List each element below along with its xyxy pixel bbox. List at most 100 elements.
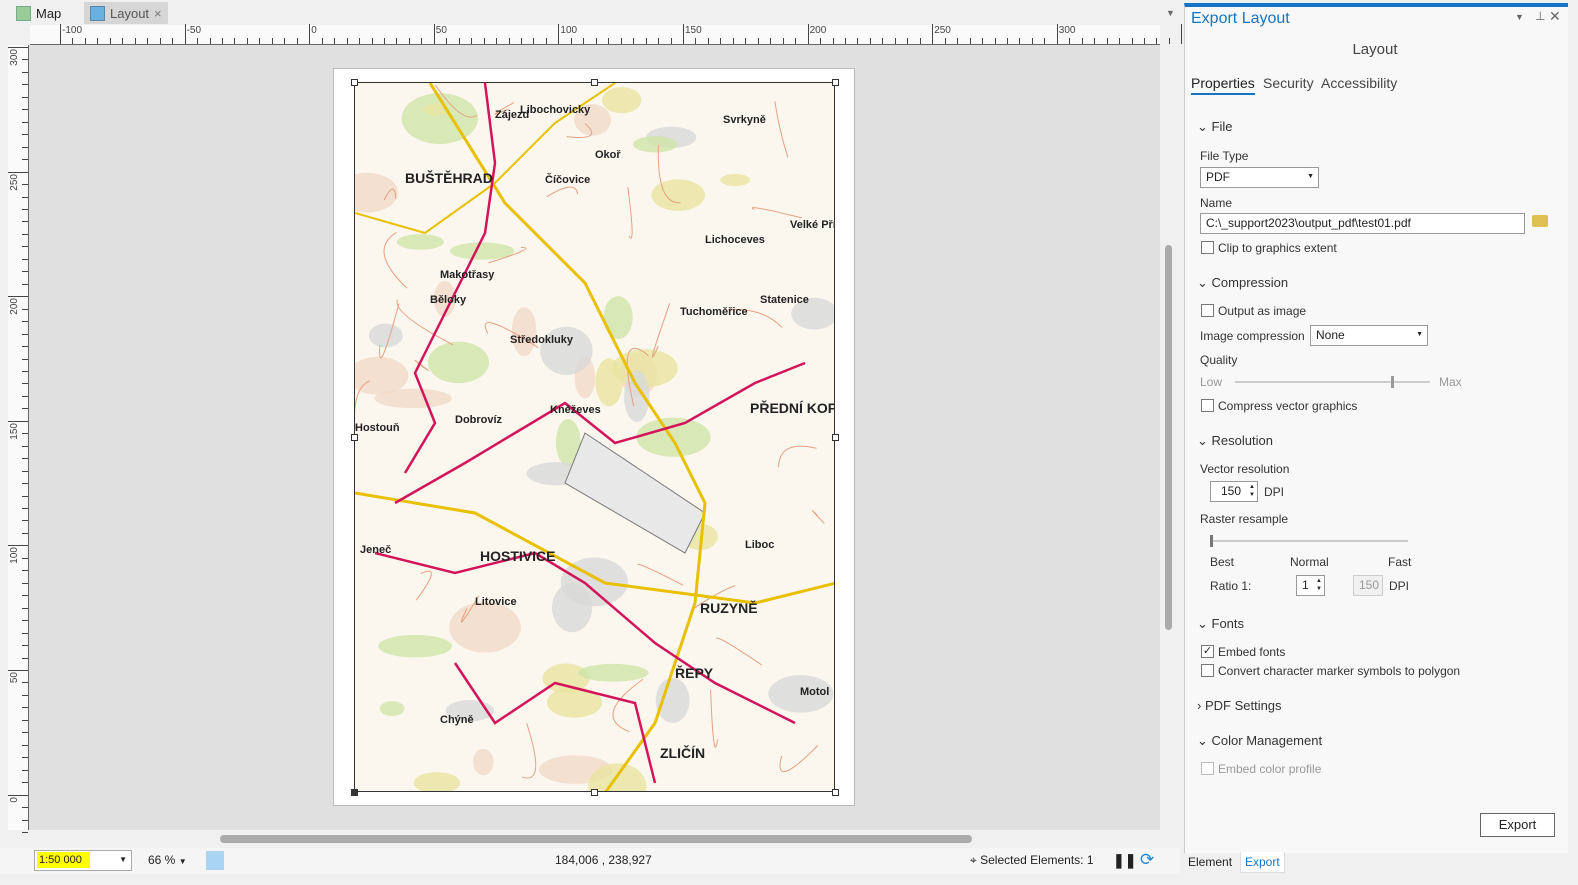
ruler-tick <box>8 794 28 796</box>
map-frame[interactable]: BUŠTĚHRAD Číčovice Makotřasy Středokluky Kně… <box>354 82 835 792</box>
grid-snap-icon[interactable] <box>206 851 224 870</box>
section-color-management[interactable]: ⌄ Color Management <box>1197 733 1322 749</box>
ruler-tick <box>22 370 28 372</box>
convert-markers-label: Convert character marker symbols to poly… <box>1218 664 1461 678</box>
ruler-tick <box>1131 38 1133 44</box>
ruler-tick <box>334 38 336 44</box>
resize-handle[interactable] <box>351 79 358 86</box>
ratio-value: 1 <box>1302 578 1309 592</box>
output-image-checkbox[interactable] <box>1201 304 1214 317</box>
slider-thumb[interactable] <box>1210 535 1213 547</box>
tab-map[interactable]: Map <box>10 2 67 24</box>
raster-resample-slider[interactable] <box>1210 535 1408 547</box>
spinner-icon[interactable]: ▲ ▼ <box>1316 577 1322 593</box>
convert-markers-checkbox[interactable] <box>1201 664 1214 677</box>
tab-menu-icon[interactable]: ▼ <box>1166 8 1175 18</box>
land-patch <box>449 601 521 653</box>
vertical-ruler: 300 250 200 150 100 50 0 <box>8 45 29 833</box>
tab-element[interactable]: Element <box>1188 855 1232 869</box>
embed-profile-checkbox[interactable] <box>1201 762 1214 775</box>
resize-handle[interactable] <box>832 789 839 796</box>
section-fonts[interactable]: ⌄ Fonts <box>1197 616 1244 632</box>
ruler-tick <box>321 38 323 44</box>
section-pdf-settings[interactable]: › PDF Settings <box>1197 698 1282 713</box>
contour-line <box>415 570 432 601</box>
ruler-label: 50 <box>435 25 447 36</box>
ruler-tick <box>907 38 909 44</box>
section-label: Resolution <box>1211 433 1273 448</box>
tab-export[interactable]: Export <box>1240 852 1285 873</box>
compress-vector-checkbox[interactable] <box>1201 399 1214 412</box>
spinner-icon[interactable]: ▲ ▼ <box>1249 483 1255 499</box>
image-compression-select[interactable]: None ▼ <box>1310 325 1428 346</box>
vector-resolution-input[interactable]: 150 ▲ ▼ <box>1210 481 1258 502</box>
ruler-tick <box>8 670 28 671</box>
resize-handle[interactable] <box>351 789 358 796</box>
land-patch <box>636 417 711 457</box>
resize-handle[interactable] <box>351 434 358 441</box>
slider-thumb[interactable] <box>1391 376 1394 388</box>
map-label: Liboc <box>745 539 774 551</box>
scroll-thumb[interactable] <box>1165 245 1172 630</box>
ruler-tick <box>22 557 28 559</box>
quality-slider[interactable] <box>1235 376 1430 388</box>
map-icon <box>16 5 31 21</box>
selection-icon: ⌖ <box>970 853 977 867</box>
refresh-icon[interactable]: ⟳ <box>1140 850 1154 870</box>
ruler-tick <box>882 38 884 44</box>
clip-checkbox[interactable] <box>1201 241 1214 254</box>
tab-accessibility[interactable]: Accessibility <box>1321 75 1397 91</box>
embed-fonts-checkbox[interactable]: ✓ <box>1201 645 1214 658</box>
zoom-selector[interactable]: 66 % ▼ <box>148 853 187 867</box>
ruler-tick <box>558 24 560 44</box>
ratio-input[interactable]: 1 ▲ ▼ <box>1296 575 1325 596</box>
ruler-tick <box>259 38 261 44</box>
tab-security[interactable]: Security <box>1263 75 1314 91</box>
tab-properties[interactable]: Properties <box>1191 75 1255 95</box>
ruler-tick <box>22 433 28 435</box>
ruler-tick <box>1156 38 1158 44</box>
file-name-input[interactable]: C:\_support2023\output_pdf\test01.pdf <box>1200 213 1525 234</box>
ruler-tick <box>22 744 28 746</box>
map-label: HOSTIVICE <box>480 548 555 564</box>
folder-icon[interactable] <box>1532 215 1548 227</box>
pause-icon[interactable]: ❚❚ <box>1113 852 1136 869</box>
close-icon[interactable]: ✕ <box>1549 8 1561 25</box>
tab-layout[interactable]: Layout × <box>84 2 168 24</box>
ruler-tick <box>795 38 797 44</box>
ruler-tick <box>346 38 348 44</box>
scale-selector[interactable]: 1:50 000 ▼ <box>34 850 132 871</box>
map-label: Hostouň <box>355 422 400 434</box>
ruler-tick <box>97 38 99 44</box>
section-file[interactable]: ⌄ File <box>1197 119 1232 135</box>
contour-line <box>779 745 819 773</box>
map-label: Statenice <box>760 294 809 306</box>
section-compression[interactable]: ⌄ Compression <box>1197 275 1288 291</box>
ruler-tick <box>22 146 28 148</box>
ruler-tick <box>22 271 28 273</box>
selected-elements[interactable]: ⌖ Selected Elements: 1 <box>970 853 1094 868</box>
resize-handle[interactable] <box>832 434 839 441</box>
resize-handle[interactable] <box>591 789 598 796</box>
resize-handle[interactable] <box>832 79 839 86</box>
ruler-tick <box>1144 38 1146 44</box>
scroll-thumb[interactable] <box>220 835 972 843</box>
ruler-tick <box>22 819 28 821</box>
ruler-tick <box>1081 38 1083 44</box>
resize-handle[interactable] <box>591 79 598 86</box>
file-type-select[interactable]: PDF ▼ <box>1200 167 1319 188</box>
pane-menu-icon[interactable]: ▼ <box>1515 12 1524 22</box>
section-resolution[interactable]: ⌄ Resolution <box>1197 433 1273 449</box>
ruler-tick <box>22 408 28 410</box>
horizontal-scrollbar[interactable] <box>30 832 1160 846</box>
section-label: File <box>1211 119 1233 134</box>
embed-fonts-label: Embed fonts <box>1218 645 1286 659</box>
ruler-tick <box>844 38 846 44</box>
contour-line <box>651 303 671 358</box>
pin-icon[interactable]: ⊥ <box>1535 9 1545 23</box>
contour-line <box>612 678 644 733</box>
vertical-scrollbar[interactable] <box>1162 45 1175 830</box>
coordinates-readout: 184,006 , 238,927 <box>555 853 652 867</box>
close-icon[interactable]: × <box>154 6 162 21</box>
export-button[interactable]: Export <box>1480 813 1555 837</box>
